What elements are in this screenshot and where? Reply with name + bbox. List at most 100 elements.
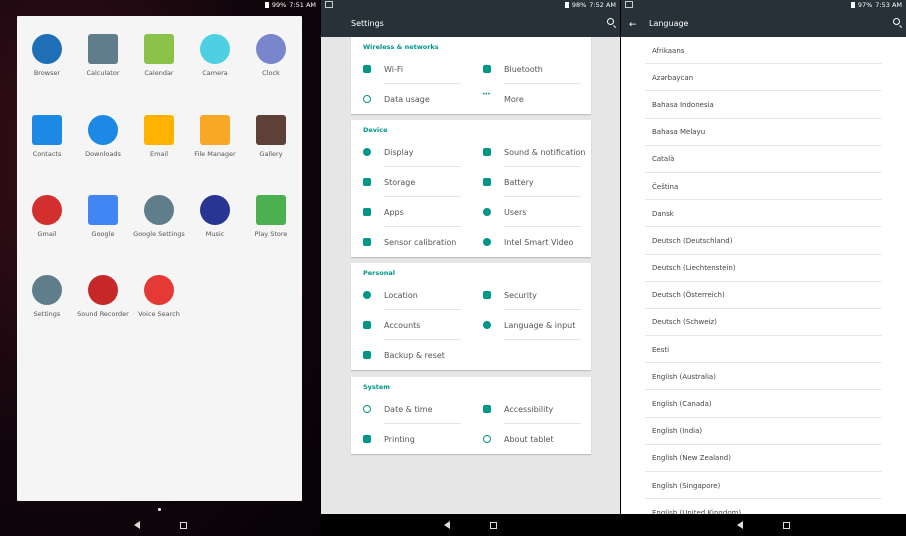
app-camera[interactable]: Camera	[184, 34, 246, 77]
app-contacts[interactable]: Contacts	[16, 115, 78, 158]
settings-item-label: About tablet	[504, 434, 554, 444]
app-music[interactable]: Music	[184, 195, 246, 238]
language-item[interactable]: Azərbaycan	[621, 64, 906, 92]
language-item[interactable]: Deutsch (Schweiz)	[621, 309, 906, 337]
settings-item-accessibility[interactable]: Accessibility	[471, 394, 591, 424]
back-arrow-icon[interactable]: ←	[629, 20, 637, 30]
settings-item-backup-reset[interactable]: Backup & reset	[351, 340, 471, 370]
settings-item-security[interactable]: Security	[471, 280, 591, 310]
google-icon	[88, 195, 118, 225]
app-email[interactable]: Email	[128, 115, 190, 158]
language-item[interactable]: English (United Kingdom)	[621, 499, 906, 514]
language-item[interactable]: Afrikaans	[621, 37, 906, 65]
app-downloads[interactable]: Downloads	[72, 115, 134, 158]
app-play-store[interactable]: Play Store	[240, 195, 302, 238]
language-item[interactable]: English (Australia)	[621, 363, 906, 391]
language-item[interactable]: Deutsch (Liechtenstein)	[621, 255, 906, 282]
app-label: File Manager	[194, 150, 236, 158]
settings-item-more[interactable]: More	[471, 84, 591, 114]
app-gallery[interactable]: Gallery	[240, 115, 302, 158]
app-browser[interactable]: Browser	[16, 34, 78, 77]
search-icon[interactable]	[893, 18, 900, 25]
language-item[interactable]: Eesti	[621, 336, 906, 364]
settings-item-wi-fi[interactable]: Wi-Fi	[351, 54, 471, 84]
battery-level: 97%	[857, 1, 873, 9]
app-file-manager[interactable]: File Manager	[184, 115, 246, 158]
app-google-settings[interactable]: Google Settings	[128, 195, 190, 238]
settings-item-bluetooth[interactable]: Bluetooth	[471, 54, 591, 84]
settings-item-sensor-calibration[interactable]: Sensor calibration	[351, 227, 471, 257]
wi-fi-icon	[363, 65, 371, 73]
status-bar: 98% 7:52 AM	[321, 0, 620, 10]
app-label: Voice Search	[138, 310, 180, 318]
app-voice-search[interactable]: Voice Search	[128, 275, 190, 318]
settings-section-system: System Date & time Accessibility Printing Ab…	[351, 377, 591, 454]
language-item[interactable]: Čeština	[621, 173, 906, 201]
app-calendar[interactable]: Calendar	[128, 34, 190, 77]
language-item[interactable]: Català	[621, 146, 906, 174]
language-item[interactable]: English (Canada)	[621, 390, 906, 418]
language-screen: 97% 7:53 AM ← Language Afrikaans Azərbayc…	[621, 0, 906, 536]
settings-item-date-time[interactable]: Date & time	[351, 394, 471, 424]
settings-item-sound-notification[interactable]: Sound & notification	[471, 137, 591, 167]
storage-icon	[363, 178, 371, 186]
settings-item-intel-smart-video[interactable]: Intel Smart Video	[471, 227, 591, 257]
folder-icon	[200, 115, 230, 145]
home-icon[interactable]	[179, 521, 187, 529]
back-icon[interactable]	[444, 521, 450, 529]
settings-item-label: Accessibility	[504, 404, 554, 414]
app-drawer: Browser Calculator Calendar Camera Clock Cont…	[17, 16, 302, 501]
settings-item-battery[interactable]: Battery	[471, 167, 591, 197]
app-label: Camera	[202, 69, 228, 77]
app-label: Browser	[33, 69, 61, 77]
accessibility-icon	[483, 405, 491, 413]
app-label: Clock	[262, 69, 280, 77]
app-label: Calculator	[86, 69, 120, 77]
back-icon[interactable]	[133, 521, 140, 529]
settings-row: Storage Battery	[351, 167, 591, 197]
language-item[interactable]: English (Singapore)	[621, 472, 906, 500]
home-icon[interactable]	[490, 521, 497, 529]
settings-item-label: Display	[384, 147, 414, 157]
security-icon	[483, 291, 491, 299]
app-google[interactable]: Google	[72, 195, 134, 238]
app-gmail[interactable]: Gmail	[16, 195, 78, 238]
app-clock[interactable]: Clock	[240, 34, 302, 77]
settings-item-apps[interactable]: Apps	[351, 197, 471, 227]
app-calculator[interactable]: Calculator	[72, 34, 134, 77]
gear-icon	[144, 195, 174, 225]
play-store-icon	[256, 195, 286, 225]
back-icon[interactable]	[737, 521, 743, 529]
settings-item-about-tablet[interactable]: About tablet	[471, 424, 591, 454]
settings-item-storage[interactable]: Storage	[351, 167, 471, 197]
app-sound-recorder[interactable]: Sound Recorder	[72, 275, 134, 318]
settings-item-label: Battery	[504, 177, 534, 187]
empty-cell	[471, 340, 591, 370]
settings-item-users[interactable]: Users	[471, 197, 591, 227]
language-list[interactable]: Afrikaans Azərbaycan Bahasa Indonesia Bahas…	[621, 37, 906, 514]
about-tablet-icon	[483, 435, 491, 443]
settings-icon	[32, 275, 62, 305]
settings-item-printing[interactable]: Printing	[351, 424, 471, 454]
language-item[interactable]: Dansk	[621, 200, 906, 228]
settings-app-bar: Settings	[321, 10, 620, 37]
launcher-screen: 99% 7:51 AM Browser Calculator Calendar Cam…	[0, 0, 320, 536]
language-item[interactable]: English (New Zealand)	[621, 445, 906, 473]
language-item[interactable]: English (India)	[621, 418, 906, 446]
settings-item-language-input[interactable]: Language & input	[471, 310, 591, 340]
language-item[interactable]: Bahasa Melayu	[621, 119, 906, 146]
settings-item-display[interactable]: Display	[351, 137, 471, 167]
app-settings[interactable]: Settings	[16, 275, 78, 318]
status-bar: 97% 7:53 AM	[621, 0, 906, 10]
settings-item-location[interactable]: Location	[351, 280, 471, 310]
settings-item-accounts[interactable]: Accounts	[351, 310, 471, 340]
language-item[interactable]: Deutsch (Deutschland)	[621, 227, 906, 255]
search-icon[interactable]	[607, 18, 614, 25]
app-label: Music	[205, 230, 225, 238]
settings-item-data-usage[interactable]: Data usage	[351, 84, 471, 114]
language-item[interactable]: Deutsch (Österreich)	[621, 282, 906, 310]
language-item[interactable]: Bahasa Indonesia	[621, 91, 906, 119]
settings-item-label: Storage	[384, 177, 416, 187]
page-title: Language	[649, 19, 689, 28]
home-icon[interactable]	[783, 521, 790, 529]
